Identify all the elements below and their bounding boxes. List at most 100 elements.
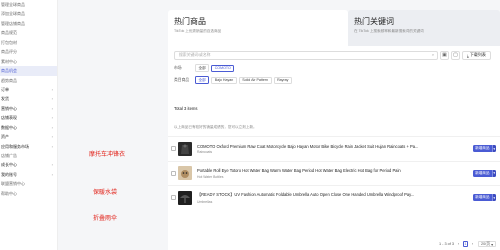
filter-row-category: 类目商品 全部 Bajo Hayan Solid Air Pattern Ray… bbox=[174, 76, 494, 84]
annotation-raincoat: 摩托车冲锋衣 bbox=[89, 151, 126, 158]
tab-subtitle: TikTok 上优秀销量的自选商品 bbox=[174, 29, 222, 33]
filter-chip-solid-air[interactable]: Solid Air Pattern bbox=[238, 76, 272, 84]
chevron-right-icon: › bbox=[51, 134, 53, 140]
sidebar-item-label: 我的账号 bbox=[1, 171, 17, 177]
sidebar-item-label: 添加全球商品 bbox=[1, 11, 25, 17]
product-title[interactable]: COMOTO Oxford Premium Raw Coat Motorcycl… bbox=[197, 144, 423, 149]
page-size-select[interactable]: 20/页 ▾ bbox=[477, 241, 496, 247]
product-title[interactable]: 【READY STOCK】UV Fashion Automatic Foldab… bbox=[197, 192, 423, 198]
filter-panel: 搜索关键词/或名称 ⌕ ▣ ▢ ⤓ 下载列表 市场 全部 COMOTO 类目商品… bbox=[168, 46, 500, 124]
product-thumbnail bbox=[178, 166, 192, 181]
row-checkbox[interactable] bbox=[171, 146, 176, 152]
sidebar-item-label: 商品规范 bbox=[1, 30, 17, 36]
product-list-panel: 以上商品已有较好的销量成绩的，您可以立刻上新。 COMOTO Oxford Pr… bbox=[168, 118, 500, 250]
sidebar-item[interactable]: 趋势商品 bbox=[0, 76, 57, 85]
sidebar-item[interactable]: 商品评分 bbox=[0, 47, 57, 56]
sidebar-item[interactable]: 帮助中心 bbox=[0, 189, 57, 198]
chevron-right-icon: › bbox=[51, 171, 53, 177]
sidebar-item[interactable]: 发货 › bbox=[0, 94, 57, 103]
search-input[interactable]: 搜索关键词/或名称 ⌕ bbox=[174, 50, 438, 60]
main-content: 热门商品 TikTok 上优秀销量的自选商品 热门关键词 在 TikTok 上搜… bbox=[168, 10, 500, 124]
sidebar-item-label: 商品机会 bbox=[1, 68, 17, 74]
chevron-right-icon: › bbox=[51, 162, 53, 168]
image-search-icon[interactable]: ▣ bbox=[440, 50, 449, 60]
tab-hot-keywords[interactable]: 热门关键词 在 TikTok 上搜索频率和最新搜索词的关键词 bbox=[348, 10, 500, 46]
download-list-button[interactable]: ⤓ 下载列表 bbox=[462, 50, 491, 60]
sidebar-item-label: 发货 bbox=[1, 96, 9, 102]
add-product-label: 新增商品 bbox=[473, 194, 492, 202]
hot-water-bag-icon bbox=[181, 170, 189, 179]
sidebar-item-label: 店铺表现 bbox=[1, 115, 17, 121]
collect-icon[interactable]: ▢ bbox=[451, 50, 460, 60]
sidebar-item[interactable]: 资产 › bbox=[0, 132, 57, 141]
page-number-current[interactable]: 1 bbox=[462, 241, 468, 247]
filter-chip-all[interactable]: 全部 bbox=[195, 64, 210, 72]
sidebar-item[interactable]: 营销中心 › bbox=[0, 104, 57, 113]
annotation-hot-water-bag: 保暖水袋 bbox=[93, 189, 118, 196]
filter-chip-all[interactable]: 全部 bbox=[195, 76, 210, 84]
filter-label: 类目商品 bbox=[174, 77, 190, 82]
product-title[interactable]: Portable Roll Eye Totoro Hot Water Bag W… bbox=[197, 168, 423, 173]
tab-bar: 热门商品 TikTok 上优秀销量的自选商品 热门关键词 在 TikTok 上搜… bbox=[168, 10, 500, 46]
product-thumbnail bbox=[178, 190, 192, 205]
chevron-down-icon[interactable]: ▾ bbox=[491, 169, 496, 177]
sidebar-item-label: 趋势商品 bbox=[1, 77, 17, 83]
tab-hot-products[interactable]: 热门商品 TikTok 上优秀销量的自选商品 bbox=[168, 10, 348, 46]
search-icon[interactable]: ⌕ bbox=[432, 53, 434, 57]
next-page-icon[interactable]: › bbox=[470, 241, 475, 247]
product-info: COMOTO Oxford Premium Raw Coat Motorcycl… bbox=[197, 144, 423, 155]
add-product-button[interactable]: 新增商品 ▾ bbox=[473, 194, 496, 202]
sidebar-item[interactable]: 商品机会 bbox=[0, 66, 57, 76]
page-size-label: 20/页 bbox=[480, 241, 491, 246]
sidebar-item[interactable]: 我的账号 › bbox=[0, 170, 57, 179]
pagination-range: 1 - 3 of 3 bbox=[438, 242, 454, 246]
sidebar-item-label: 打包包材 bbox=[1, 39, 17, 45]
sidebar-item[interactable]: 店铺广告 bbox=[0, 151, 57, 160]
chevron-right-icon: › bbox=[51, 124, 53, 130]
row-checkbox[interactable] bbox=[171, 195, 176, 201]
row-checkbox[interactable] bbox=[171, 170, 176, 176]
product-category: Raincoats bbox=[197, 150, 213, 154]
sidebar-item[interactable]: 管理店铺商品 bbox=[0, 19, 57, 28]
sidebar-item[interactable]: 成长中心 › bbox=[0, 160, 57, 169]
chevron-down-icon[interactable]: ▾ bbox=[491, 145, 496, 153]
product-row[interactable]: Portable Roll Eye Totoro Hot Water Bag W… bbox=[168, 160, 500, 186]
filter-chip-bajo-hayan[interactable]: Bajo Hayan bbox=[211, 76, 237, 84]
sidebar-item[interactable]: 素材中心 bbox=[0, 57, 57, 66]
list-hint: 以上商品已有较好的销量成绩的，您可以立刻上新。 bbox=[174, 125, 257, 129]
sidebar-item[interactable]: 管理全球商品 bbox=[0, 0, 57, 9]
sidebar-item-label: 管理店铺商品 bbox=[1, 20, 25, 26]
sidebar-item[interactable]: 添加全球商品 bbox=[0, 9, 57, 18]
tab-subtitle: 在 TikTok 上搜索频率和最新搜索词的关键词 bbox=[354, 29, 424, 33]
raincoat-icon bbox=[181, 144, 189, 154]
download-label: 下载列表 bbox=[469, 52, 486, 57]
sidebar-item[interactable]: 打包包材 bbox=[0, 38, 57, 47]
sidebar-item-label: 联盟营销中心 bbox=[1, 181, 25, 187]
product-category: Umbrellas bbox=[197, 199, 213, 204]
filter-chip-comoto[interactable]: COMOTO bbox=[211, 64, 235, 72]
product-row[interactable]: COMOTO Oxford Premium Raw Coat Motorcycl… bbox=[168, 136, 500, 161]
tab-title: 热门商品 bbox=[174, 17, 206, 26]
sidebar-item[interactable]: 应用和服务市场 › bbox=[0, 142, 57, 151]
filter-chip-rayray[interactable]: Rayray bbox=[273, 76, 292, 84]
umbrella-icon bbox=[180, 194, 190, 203]
sidebar-item[interactable]: 数据中心 › bbox=[0, 123, 57, 132]
chevron-down-icon[interactable]: ▾ bbox=[491, 194, 496, 202]
sidebar-item[interactable]: 订单 › bbox=[0, 85, 57, 94]
product-row[interactable]: 【READY STOCK】UV Fashion Automatic Foldab… bbox=[168, 185, 500, 210]
add-product-button[interactable]: 新增商品 ▾ bbox=[473, 169, 496, 177]
total-count: Total 3 items bbox=[174, 106, 198, 111]
tab-title: 热门关键词 bbox=[354, 17, 394, 26]
sidebar-item[interactable]: 店铺表现 › bbox=[0, 113, 57, 122]
sidebar-item[interactable]: 商品规范 bbox=[0, 28, 57, 37]
sidebar-item[interactable]: 联盟营销中心 bbox=[0, 179, 57, 188]
sidebar-item-label: 素材中心 bbox=[1, 58, 17, 64]
chevron-right-icon: › bbox=[51, 96, 53, 102]
filter-row-market: 市场 全部 COMOTO bbox=[174, 64, 494, 72]
sidebar-item-label: 店铺广告 bbox=[1, 153, 17, 158]
add-product-button[interactable]: 新增商品 ▾ bbox=[473, 145, 496, 153]
sidebar-item-label: 管理全球商品 bbox=[1, 2, 25, 7]
prev-page-icon[interactable]: ‹ bbox=[456, 241, 461, 247]
annotation-umbrella: 折叠雨伞 bbox=[93, 215, 118, 222]
sidebar-item-label: 应用和服务市场 bbox=[1, 143, 29, 149]
